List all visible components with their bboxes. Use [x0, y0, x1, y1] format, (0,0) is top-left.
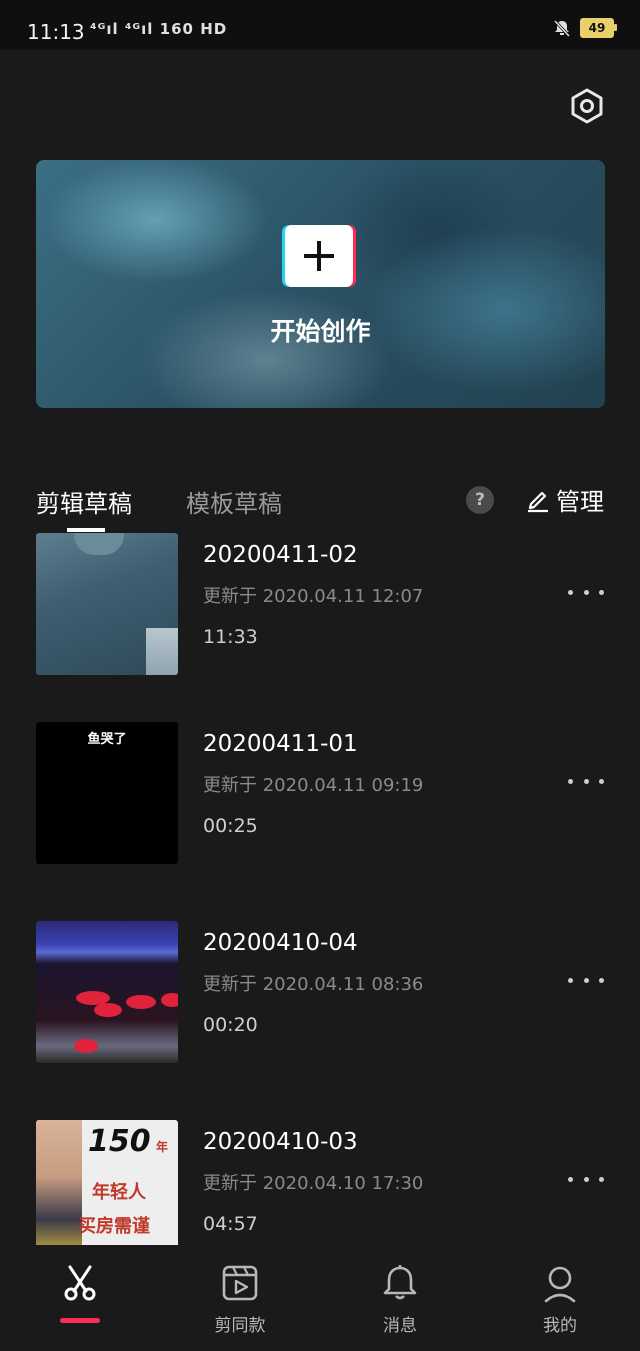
draft-thumbnail: [36, 533, 178, 675]
draft-updated: 更新于 2020.04.11 12:07: [203, 586, 424, 607]
person-icon: [544, 1266, 576, 1303]
bottom-nav: 剪同款 消息 我的: [0, 1245, 640, 1351]
draft-item[interactable]: 20200410-04 更新于 2020.04.11 08:36 00:20: [0, 921, 640, 1063]
thumbnail-shirt-collar: [74, 533, 124, 555]
draft-thumbnail: 150 年 年轻人 买房需谨: [36, 1120, 178, 1245]
manage-button[interactable]: 管理: [526, 482, 604, 517]
thumbnail-big-number: 150: [88, 1124, 151, 1159]
status-time: 11:13: [27, 20, 85, 44]
status-right: 49: [552, 18, 617, 38]
thumbnail-background-light: [146, 628, 178, 675]
draft-duration: 00:25: [203, 815, 258, 837]
draft-item[interactable]: 20200411-02 更新于 2020.04.11 12:07 11:33: [0, 533, 640, 675]
draft-title: 20200411-02: [203, 542, 358, 568]
tab-template-drafts[interactable]: 模板草稿: [186, 484, 282, 519]
mute-icon: [553, 19, 571, 38]
draft-title: 20200410-04: [203, 930, 358, 956]
more-options-icon[interactable]: [568, 585, 604, 599]
draft-duration: 00:20: [203, 1014, 258, 1036]
nav-messages[interactable]: 消息: [320, 1245, 480, 1351]
draft-thumbnail: [36, 921, 178, 1063]
draft-thumbnail: 鱼哭了: [36, 722, 178, 864]
bell-icon: [383, 1265, 417, 1300]
edit-pencil-icon: [528, 491, 548, 512]
thumbnail-caption: 鱼哭了: [87, 732, 127, 747]
draft-title: 20200411-01: [203, 731, 358, 757]
nav-label: 我的: [543, 1316, 577, 1336]
draft-title: 20200410-03: [203, 1129, 358, 1155]
clapper-play-icon: [222, 1265, 258, 1301]
active-nav-indicator: [60, 1318, 100, 1323]
more-options-icon[interactable]: [568, 774, 604, 788]
more-options-icon[interactable]: [568, 973, 604, 987]
draft-duration: 11:33: [203, 626, 258, 648]
thumbnail-fish: [74, 1039, 98, 1053]
thumbnail-fish: [94, 1003, 122, 1017]
nav-templates[interactable]: 剪同款: [160, 1245, 320, 1351]
thumbnail-text-line: 买房需谨: [78, 1216, 150, 1237]
draft-duration: 04:57: [203, 1213, 258, 1235]
more-options-icon[interactable]: [568, 1172, 604, 1186]
plus-icon: [285, 225, 353, 287]
draft-updated: 更新于 2020.04.10 17:30: [203, 1173, 424, 1194]
thumbnail-person: [36, 1120, 82, 1245]
start-creating-label: 开始创作: [270, 317, 371, 346]
nav-edit[interactable]: [0, 1245, 160, 1351]
draft-item[interactable]: 鱼哭了 20200411-01 更新于 2020.04.11 09:19 00:…: [0, 722, 640, 864]
thumbnail-fish: [126, 995, 156, 1009]
nav-label: 消息: [383, 1316, 417, 1336]
start-creating-banner[interactable]: 开始创作: [36, 160, 605, 408]
battery-level: 49: [588, 21, 606, 35]
manage-label: 管理: [556, 488, 604, 516]
draft-updated: 更新于 2020.04.11 09:19: [203, 775, 424, 796]
drafts-list: 20200411-02 更新于 2020.04.11 12:07 11:33 鱼…: [0, 533, 640, 1245]
battery-icon: 49: [580, 18, 617, 38]
scissors-icon: [64, 1265, 96, 1301]
thumbnail-text-line: 年轻人: [92, 1182, 146, 1203]
active-tab-indicator: [67, 528, 105, 532]
status-bar: 11:13 ⁴ᴳıl ⁴ᴳıl 160 HD 49: [0, 0, 640, 50]
help-icon[interactable]: ?: [466, 486, 494, 514]
drafts-tabs: 剪辑草稿 模板草稿 ? 管理: [0, 474, 640, 534]
draft-item[interactable]: 150 年 年轻人 买房需谨 20200410-03 更新于 2020.04.1…: [0, 1120, 640, 1245]
draft-updated: 更新于 2020.04.11 08:36: [203, 974, 424, 995]
settings-gear-icon[interactable]: [567, 86, 607, 126]
thumbnail-fish: [161, 993, 178, 1007]
thumbnail-small-text: 年: [156, 1140, 169, 1154]
nav-label: 剪同款: [214, 1316, 266, 1336]
network-indicators: ⁴ᴳıl ⁴ᴳıl 160 HD: [90, 20, 228, 38]
nav-profile[interactable]: 我的: [480, 1245, 640, 1351]
tab-edit-drafts[interactable]: 剪辑草稿: [36, 484, 132, 519]
